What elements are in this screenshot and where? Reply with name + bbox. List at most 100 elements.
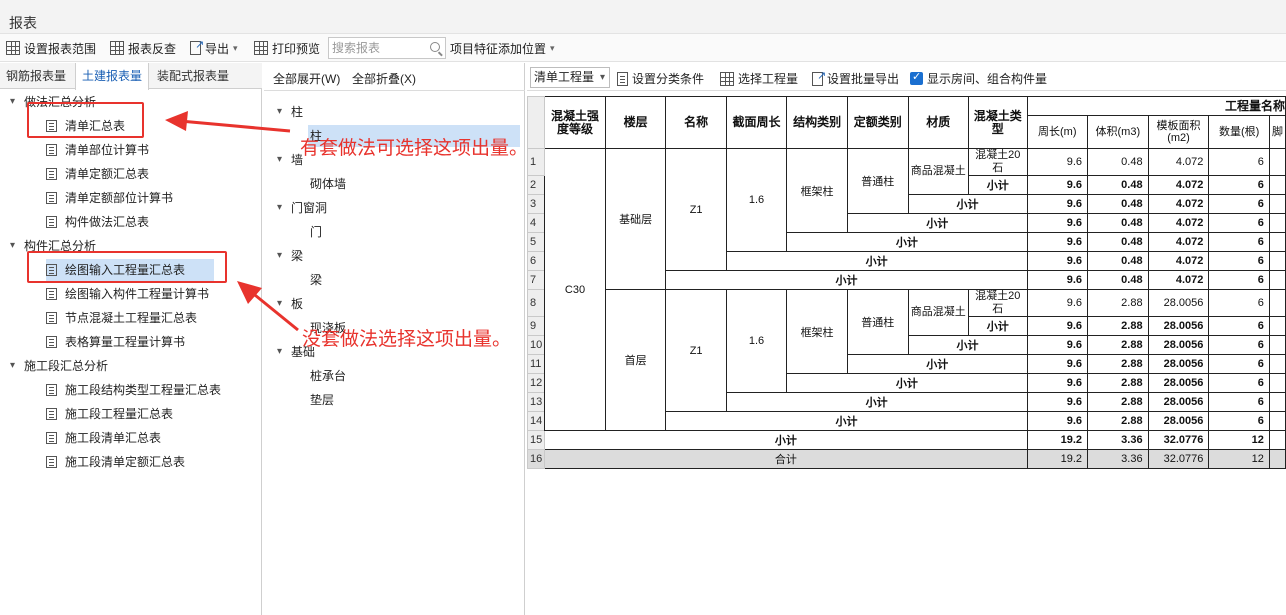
header-floor: 楼层: [604, 96, 667, 149]
set-category-button[interactable]: 设置分类条件: [617, 70, 704, 87]
component-group-column[interactable]: 柱: [277, 101, 303, 123]
batch-export-icon: [812, 69, 826, 86]
main-toolbar: 设置报表范围 报表反查 导出 ▾ 打印预览 项目特征添加位置 ▾: [0, 34, 1286, 62]
header-name: 名称: [665, 96, 727, 149]
report-icon: [46, 216, 57, 228]
component-tree-toolbar: 全部展开(W) 全部折叠(X): [264, 63, 525, 91]
report-view-toolbar: 清单工程量 设置分类条件 选择工程量 设置批量导出 显示房间、组合构件量: [527, 63, 1286, 91]
tab-prefab-report[interactable]: 装配式报表量: [151, 63, 235, 89]
header-c4: 数量(根): [1208, 115, 1270, 149]
cell-quota: 普通柱: [846, 148, 909, 214]
report-view-panel: 清单工程量 设置分类条件 选择工程量 设置批量导出 显示房间、组合构件量 混凝土…: [527, 63, 1286, 615]
tree-item-bill-quota-part-calc[interactable]: 清单定额部位计算书: [46, 187, 173, 209]
grid-icon: [720, 71, 734, 86]
report-search-box: [328, 37, 446, 59]
chevron-down-icon: ▾: [233, 42, 238, 53]
cell-grade: C30: [544, 148, 606, 431]
header-quota: 定额类别: [846, 96, 909, 149]
feature-position-dropdown[interactable]: 项目特征添加位置 ▾: [450, 39, 555, 57]
title-bar: 报表: [0, 0, 1286, 34]
table-row[interactable]: 8 首层 Z1 1.6 框架柱 普通柱 商品混凝土 混凝土20石 9.6 2.8…: [527, 289, 1286, 431]
component-group-slab[interactable]: 板: [277, 293, 303, 315]
header-c1: 周长(m): [1026, 115, 1089, 149]
export-icon: [190, 38, 204, 55]
highlight-box-drawing-summary: [27, 251, 227, 283]
tree-item-stage-bill-summary[interactable]: 施工段清单汇总表: [46, 427, 161, 449]
report-icon: [46, 408, 57, 420]
export-button[interactable]: 导出 ▾: [190, 38, 238, 57]
report-icon: [46, 168, 57, 180]
cell-concrete-type: 混凝土20石: [967, 289, 1028, 317]
table-total-row[interactable]: 16 合计 19.2 3.36 32.0776 12: [527, 449, 1286, 469]
report-grid: 混凝土强度等级 楼层 名称 截面周长 结构类别 定额类别 材质 混凝土类型 工程…: [527, 96, 1286, 486]
report-icon: [46, 192, 57, 204]
report-icon: [46, 312, 57, 324]
cell-concrete-type: 混凝土20石: [967, 148, 1028, 176]
component-item-beam[interactable]: 梁: [310, 269, 322, 291]
table-row[interactable]: 1 C30 基础层 Z1 1.6 框架柱 普通柱 商品混凝土 混凝土20石 9.…: [527, 148, 1286, 431]
window-title: 报表: [9, 15, 37, 31]
report-tabs: 钢筋报表量 土建报表量 装配式报表量: [0, 63, 262, 90]
search-icon[interactable]: [430, 42, 440, 52]
tree-item-stage-bill-quota-summary[interactable]: 施工段清单定额汇总表: [46, 451, 185, 473]
select-quantity-button[interactable]: 选择工程量: [720, 70, 798, 87]
tree-item-node-concrete-summary[interactable]: 节点混凝土工程量汇总表: [46, 307, 197, 329]
table-row[interactable]: 15 小计 19.2 3.36 32.0776 12: [527, 430, 1286, 450]
report-icon: [46, 288, 57, 300]
header-struct: 结构类别: [786, 96, 848, 149]
reverse-check-button[interactable]: 报表反查: [110, 39, 176, 57]
print-preview-button[interactable]: 打印预览: [254, 39, 320, 57]
cell-perimeter: 1.6: [725, 289, 788, 393]
tree-item-bill-quota-summary[interactable]: 清单定额汇总表: [46, 163, 149, 185]
cell-name: Z1: [665, 289, 727, 412]
report-icon: [46, 432, 57, 444]
report-tree-panel: 钢筋报表量 土建报表量 装配式报表量 做法汇总分析 清单汇总表 清单部位计算书 …: [0, 63, 262, 615]
expand-all-button[interactable]: 全部展开(W): [273, 70, 340, 87]
header-c3: 模板面积(m2): [1147, 115, 1210, 149]
cell-name: Z1: [665, 148, 727, 271]
header-perimeter: 截面周长: [725, 96, 788, 149]
cell-material: 商品混凝土: [907, 148, 969, 195]
tree-item-table-calc[interactable]: 表格算量工程量计算书: [46, 331, 185, 353]
tree-group-stage-summary[interactable]: 施工段汇总分析: [10, 355, 108, 377]
component-item-door[interactable]: 门: [310, 221, 322, 243]
report-icon: [46, 384, 57, 396]
search-input[interactable]: [329, 38, 425, 58]
cell-struct: 框架柱: [786, 148, 848, 233]
annotation-note-with-method: 有套做法可选择这项出量。: [300, 138, 529, 159]
quantity-type-select[interactable]: 清单工程量: [530, 67, 610, 88]
report-icon: [46, 456, 57, 468]
chevron-down-icon: ▾: [550, 42, 555, 53]
tree-item-drawing-component-calc[interactable]: 绘图输入构件工程量计算书: [46, 283, 209, 305]
component-item-pile-cap[interactable]: 桩承台: [310, 365, 346, 387]
tab-civil-report[interactable]: 土建报表量: [75, 63, 150, 90]
annotation-note-without-method: 没套做法选择这项出量。: [302, 329, 512, 350]
tree-item-bill-part-calc[interactable]: 清单部位计算书: [46, 139, 149, 161]
grid-search-icon: [110, 41, 124, 55]
component-item-masonry-wall[interactable]: 砌体墙: [310, 173, 346, 195]
print-preview-icon: [254, 41, 268, 55]
collapse-all-button[interactable]: 全部折叠(X): [352, 70, 416, 87]
checkbox-checked-icon: [910, 70, 923, 85]
row-number-header: [527, 96, 546, 149]
grid-icon: [6, 41, 20, 55]
tree-item-component-method-summary[interactable]: 构件做法汇总表: [46, 211, 149, 233]
component-group-door-window[interactable]: 门窗洞: [277, 197, 327, 219]
header-concrete-type: 混凝土类型: [967, 96, 1028, 149]
component-group-beam[interactable]: 梁: [277, 245, 303, 267]
header-grade: 混凝土强度等级: [544, 96, 606, 149]
cell-quota: 普通柱: [846, 289, 909, 355]
component-item-cushion[interactable]: 垫层: [310, 389, 334, 411]
tree-item-stage-qty-summary[interactable]: 施工段工程量汇总表: [46, 403, 173, 425]
batch-export-button[interactable]: 设置批量导出: [812, 69, 899, 87]
header-c2: 体积(m3): [1087, 115, 1149, 149]
set-range-button[interactable]: 设置报表范围: [6, 39, 96, 57]
cell-floor: 基础层: [604, 148, 667, 290]
quantity-table: 混凝土强度等级 楼层 名称 截面周长 结构类别 定额类别 材质 混凝土类型 工程…: [527, 96, 1286, 469]
tab-rebar-report[interactable]: 钢筋报表量: [0, 63, 72, 89]
cell-floor: 首层: [604, 289, 667, 431]
show-rooms-checkbox[interactable]: 显示房间、组合构件量: [910, 70, 1047, 87]
tree-item-stage-structure-summary[interactable]: 施工段结构类型工程量汇总表: [46, 379, 221, 401]
cell-material: 商品混凝土: [907, 289, 969, 336]
cell-perimeter: 1.6: [725, 148, 788, 252]
